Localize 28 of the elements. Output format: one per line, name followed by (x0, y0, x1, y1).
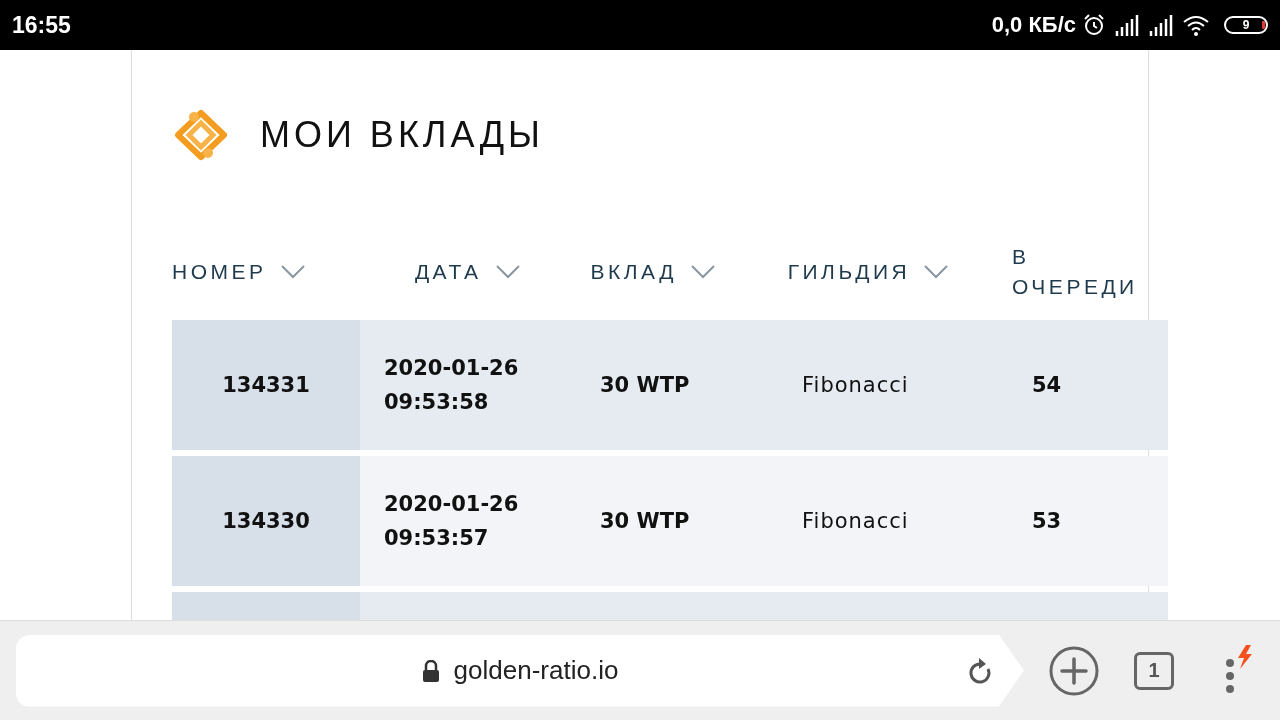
add-icon[interactable] (1048, 644, 1100, 697)
logo-icon (172, 109, 230, 161)
column-header[interactable]: ДАТА (414, 256, 482, 287)
lock-icon (421, 659, 440, 682)
signal-icon (1148, 14, 1174, 36)
column-header[interactable]: НОМЕР (172, 256, 267, 287)
battery-icon: 9 (1224, 16, 1268, 34)
tabs-button[interactable]: 1 (1134, 651, 1174, 690)
table-cell: 30 WTP (600, 373, 690, 397)
table-cell: Fibonacci (802, 373, 909, 397)
column-header[interactable]: ГИЛЬДИЯ (787, 256, 911, 287)
alarm-icon (1082, 13, 1106, 37)
url-text: golden-ratio.io (453, 655, 619, 686)
table-cell: 134331 (222, 373, 310, 397)
table-cell-text: 2020-01-26 09:53:57 (384, 491, 520, 552)
column-header[interactable]: ВКЛАД (590, 256, 677, 287)
table-cell: 30 WTP (600, 509, 690, 533)
column-header: В ОЧЕРЕДИ (1012, 243, 1139, 300)
address-bar[interactable]: golden-ratio.io (16, 634, 1024, 707)
page-title: МОИ ВКЛАДЫ (260, 114, 544, 156)
clock-time: 16:55 (12, 11, 71, 39)
network-speed: 0,0 КБ/с (991, 12, 1076, 38)
table-cell: Fibonacci (802, 509, 909, 533)
table-cell: 53 (1032, 509, 1062, 533)
table-cell: 54 (1032, 373, 1062, 397)
table-cell-text: 2020-01-26 09:53:58 (384, 355, 520, 416)
signal-icon (1114, 14, 1140, 36)
table-cell: 134330 (222, 509, 310, 533)
